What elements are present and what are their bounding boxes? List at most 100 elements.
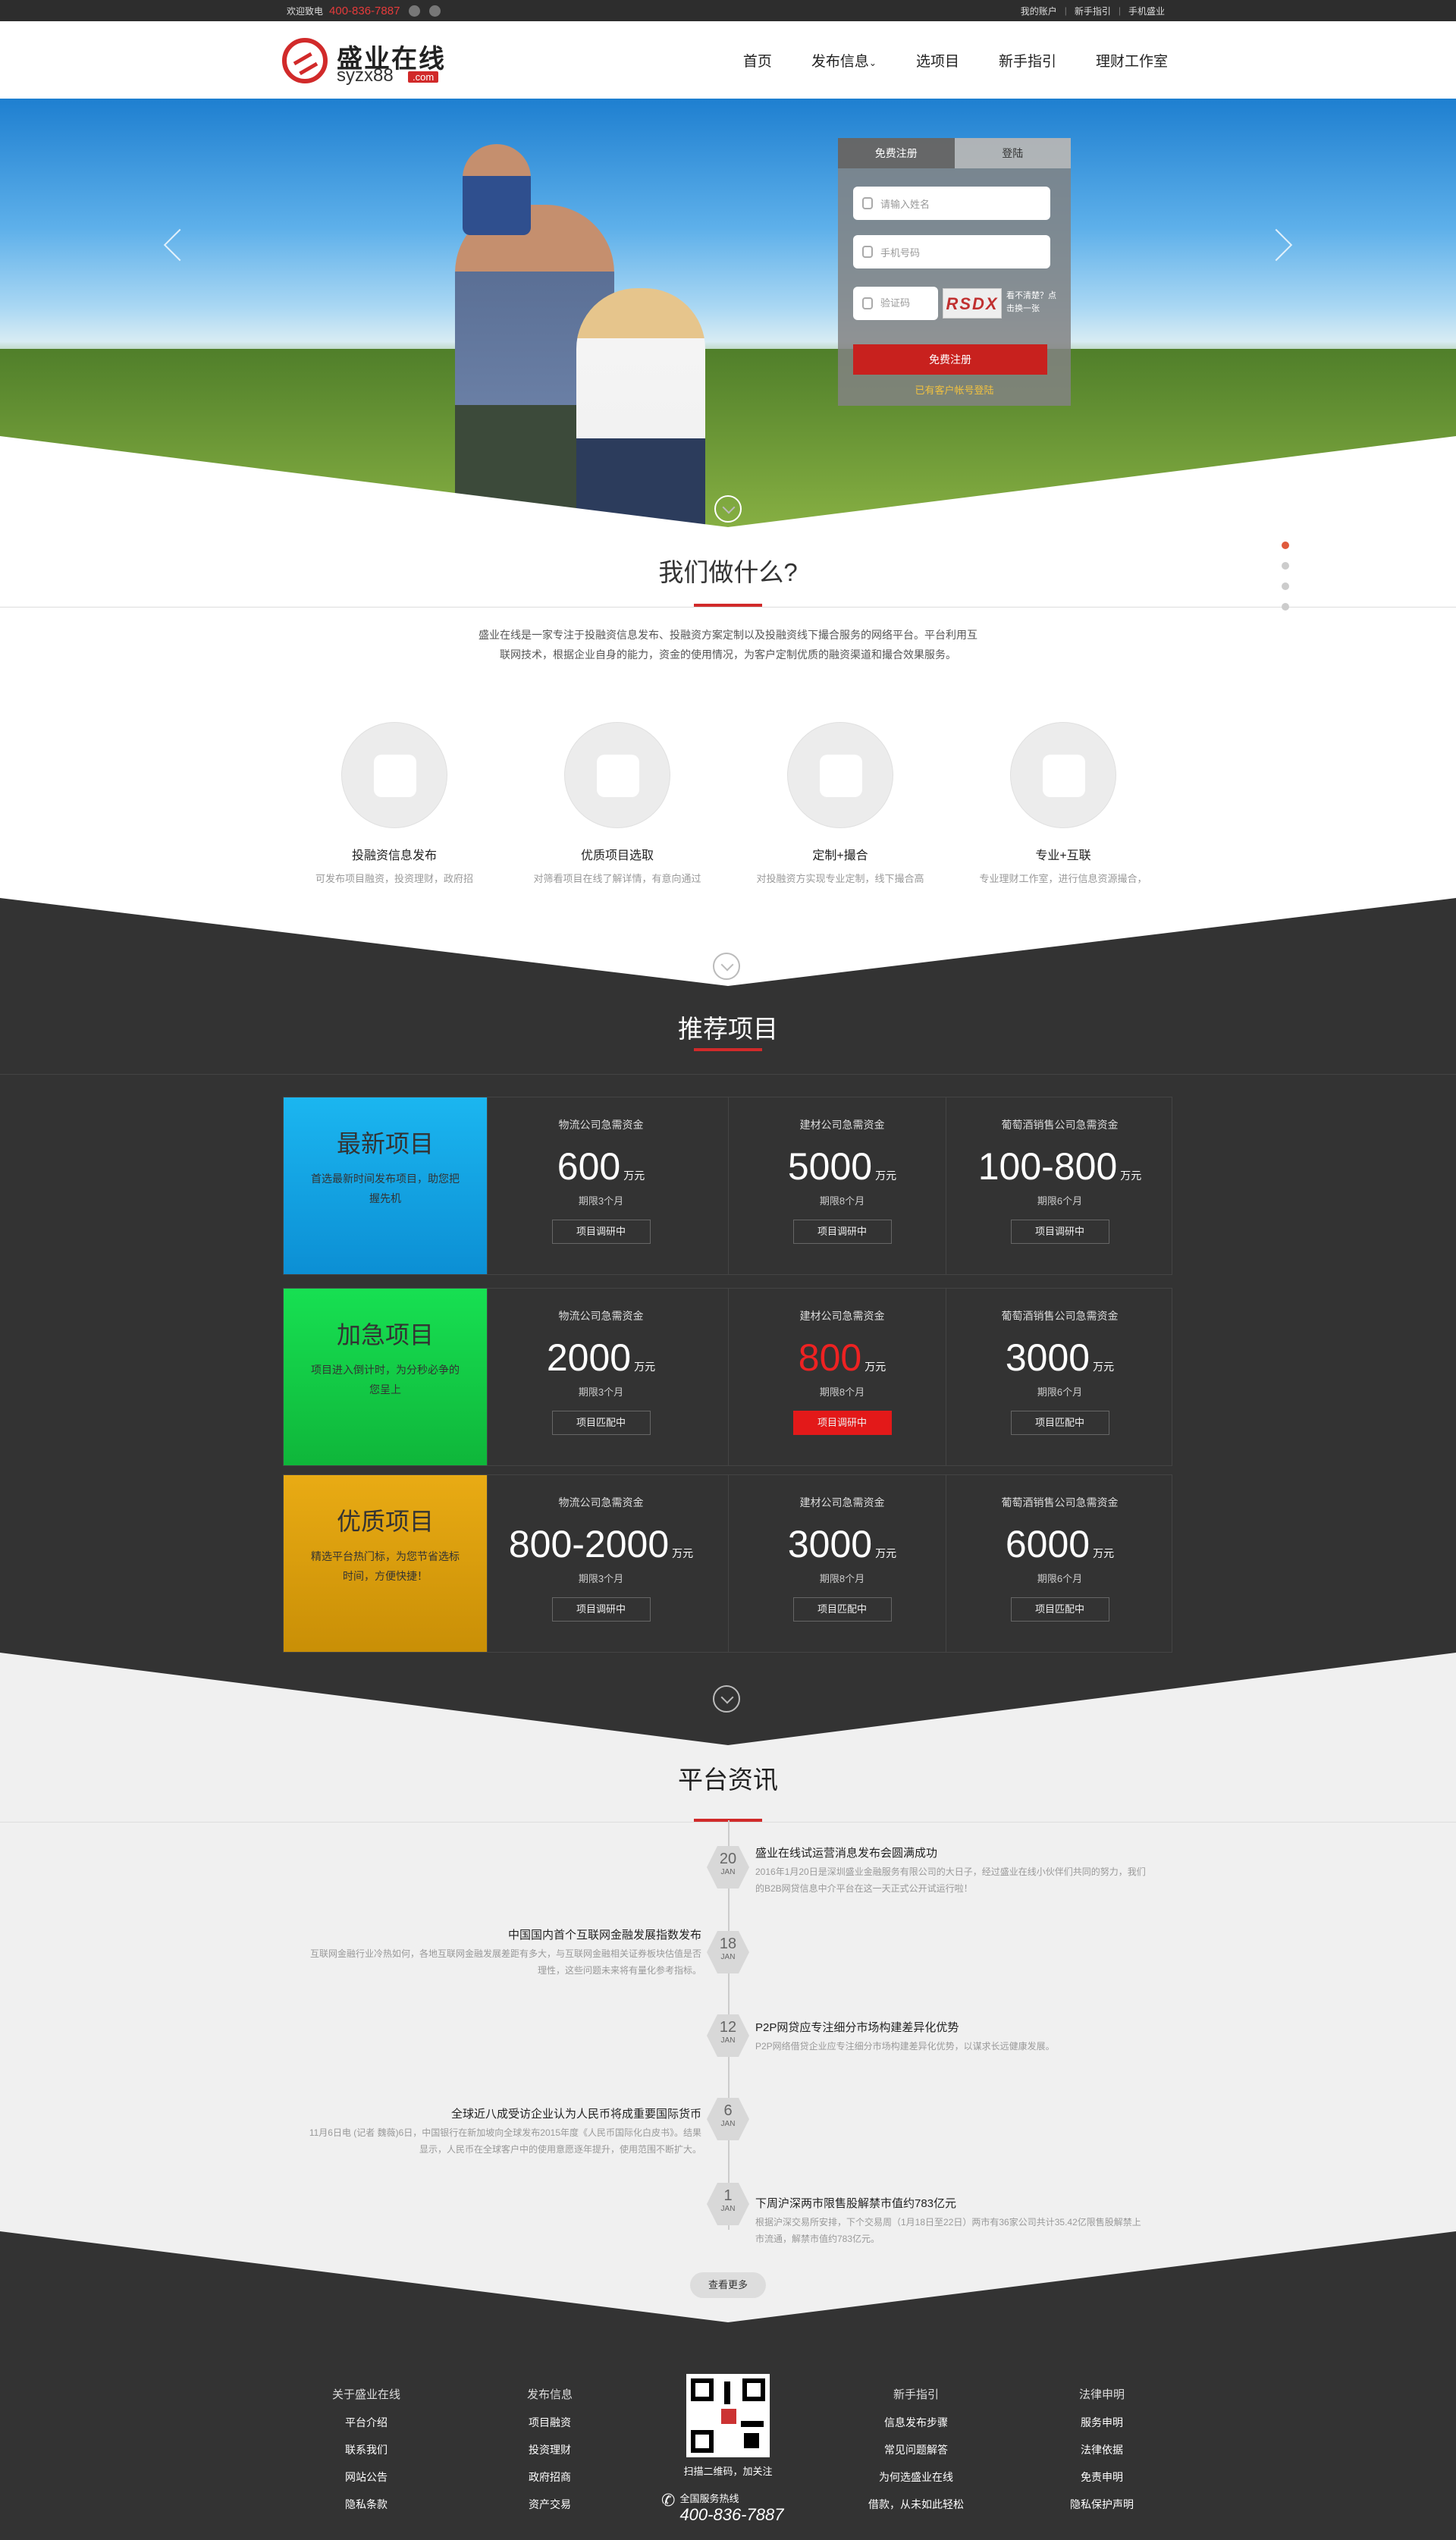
footer-link[interactable]: 为何选盛业在线 <box>859 2463 973 2491</box>
project-card[interactable]: 物流公司急需资金 2000 万元 期限3个月 项目匹配中 <box>487 1289 714 1465</box>
project-card[interactable]: 葡萄酒销售公司急需资金 6000 万元 期限6个月 项目匹配中 <box>946 1475 1173 1652</box>
captcha-image[interactable]: RSDX <box>943 288 1002 319</box>
phone-input[interactable]: 手机号码 <box>853 235 1050 268</box>
project-status-button[interactable]: 项目调研中 <box>1010 1220 1109 1244</box>
captcha-refresh-tip[interactable]: 看不清楚？点击换一张 <box>1006 290 1059 316</box>
project-name: 建材公司急需资金 <box>799 1119 885 1131</box>
news-item[interactable]: 盛业在线试运营消息发布会圆满成功 2016年1月20日是深圳盛业金融服务有限公司的… <box>755 1845 1150 1897</box>
project-status-button[interactable]: 项目调研中 <box>792 1220 892 1244</box>
category-name: 优质项目 <box>336 1508 434 1535</box>
footer-link[interactable]: 常见问题解答 <box>859 2436 973 2463</box>
nav-projects[interactable]: 选项目 <box>916 50 959 71</box>
footer-link[interactable]: 投资理财 <box>493 2436 607 2463</box>
weibo-icon[interactable] <box>409 5 421 17</box>
project-period: 期限3个月 <box>578 1573 624 1584</box>
nav-publish[interactable]: 发布信息⌄ <box>811 50 877 71</box>
footer-link[interactable]: 隐私保护声明 <box>1045 2491 1159 2518</box>
footer-link[interactable]: 政府招商 <box>493 2463 607 2491</box>
news-item[interactable]: 下周沪深两市限售股解禁市值约783亿元 根据沪深交易所安排，下个交易周（1月18日… <box>755 2195 1150 2247</box>
news-title[interactable]: 全球近八成受访企业认为人民币将成重要国际货币 <box>307 2105 701 2121</box>
category-desc: 首选最新时间发布项目，助您把握先机 <box>311 1173 460 1204</box>
dot[interactable] <box>1282 582 1289 590</box>
lock-icon <box>862 297 873 309</box>
project-status-button[interactable]: 项目调研中 <box>792 1411 892 1435</box>
section-title: 我们做什么? <box>658 558 798 586</box>
logo-mark-icon <box>282 38 328 83</box>
name-input[interactable]: 请输入姓名 <box>853 187 1050 220</box>
project-status-button[interactable]: 项目匹配中 <box>551 1411 651 1435</box>
project-card[interactable]: 建材公司急需资金 5000 万元 期限8个月 项目调研中 <box>728 1097 956 1274</box>
footer-link[interactable]: 服务申明 <box>1045 2409 1159 2436</box>
news-item[interactable]: 全球近八成受访企业认为人民币将成重要国际货币 11月6日电 (记者 魏薇)6日，中… <box>307 2105 701 2158</box>
service-title: 定制+撮合 <box>812 849 868 862</box>
footer-link[interactable]: 信息发布步骤 <box>859 2409 973 2436</box>
project-category-latest[interactable]: 最新项目 首选最新时间发布项目，助您把握先机 <box>284 1097 487 1274</box>
project-category-quality[interactable]: 优质项目 精选平台热门标，为您节省选标时间，方便快捷！ <box>284 1475 487 1652</box>
news-title[interactable]: 下周沪深两市限售股解禁市值约783亿元 <box>755 2195 1150 2211</box>
header: 盛业在线 syzx88 .com 首页 发布信息⌄ 选项目 新手指引 理财工作室 <box>0 21 1456 99</box>
register-button[interactable]: 免费注册 <box>853 344 1047 375</box>
nav-home[interactable]: 首页 <box>743 50 772 71</box>
project-status-button[interactable]: 项目调研中 <box>551 1220 651 1244</box>
nav-guide[interactable]: 新手指引 <box>999 50 1056 71</box>
dot[interactable] <box>1282 562 1289 570</box>
news-title[interactable]: 中国国内首个互联网金融发展指数发布 <box>307 1926 701 1942</box>
project-card[interactable]: 葡萄酒销售公司急需资金 3000 万元 期限6个月 项目匹配中 <box>946 1289 1173 1465</box>
project-period: 期限3个月 <box>578 1195 624 1207</box>
news-title[interactable]: P2P网贷应专注细分市场构建差异化优势 <box>755 2019 1150 2035</box>
news-item[interactable]: 中国国内首个互联网金融发展指数发布 互联网金融行业冷热如何，各地互联网金融发展差距… <box>307 1926 701 1979</box>
view-more-button[interactable]: 查看更多 <box>690 2272 766 2298</box>
project-status-button[interactable]: 项目匹配中 <box>792 1597 892 1622</box>
footer-link[interactable]: 平台介绍 <box>309 2409 423 2436</box>
dot[interactable] <box>1282 542 1289 549</box>
news-title[interactable]: 盛业在线试运营消息发布会圆满成功 <box>755 1845 1150 1860</box>
scroll-down-icon[interactable] <box>713 1685 740 1713</box>
scroll-down-icon[interactable] <box>714 495 742 523</box>
scroll-down-icon[interactable] <box>713 953 740 980</box>
project-card[interactable]: 物流公司急需资金 800-2000 万元 期限3个月 项目调研中 <box>487 1475 714 1652</box>
news-month: JAN <box>720 2036 736 2045</box>
wechat-icon[interactable] <box>429 5 441 17</box>
prev-arrow-icon[interactable] <box>163 228 196 262</box>
footer-link[interactable]: 联系我们 <box>309 2436 423 2463</box>
login-link[interactable]: 已有客户帐号登陆 <box>838 382 1071 397</box>
project-name: 葡萄酒销售公司急需资金 <box>1001 1496 1119 1509</box>
my-account-link[interactable]: 我的账户 <box>1021 5 1057 17</box>
phone-number: 400-836-7887 <box>329 4 400 17</box>
project-card[interactable]: 建材公司急需资金 3000 万元 期限8个月 项目匹配中 <box>728 1475 956 1652</box>
amount-unit: 万元 <box>1093 1547 1115 1559</box>
captcha-input[interactable]: 验证码 <box>853 287 938 320</box>
footer-link[interactable]: 法律依据 <box>1045 2436 1159 2463</box>
project-card[interactable]: 建材公司急需资金 800 万元 期限8个月 项目调研中 <box>728 1289 956 1465</box>
footer-col-head: 新手指引 <box>893 2388 939 2401</box>
mobile-link[interactable]: 手机盛业 <box>1128 5 1165 17</box>
next-arrow-icon[interactable] <box>1260 228 1293 262</box>
category-desc: 精选平台热门标，为您节省选标时间，方便快捷！ <box>311 1550 460 1582</box>
project-card[interactable]: 葡萄酒销售公司急需资金 100-800 万元 期限6个月 项目调研中 <box>946 1097 1173 1274</box>
footer-link[interactable]: 隐私条款 <box>309 2491 423 2518</box>
footer-link[interactable]: 资产交易 <box>493 2491 607 2518</box>
service-item[interactable]: 优质项目选取对筛看项目在线了解详情，有意向通过多种方式告之我们 <box>530 722 704 909</box>
tab-login[interactable]: 登陆 <box>954 138 1071 168</box>
service-item[interactable]: 定制+撮合对投融资方实现专业定制，线下撮合高效、便捷 <box>753 722 927 909</box>
footer-link[interactable]: 网站公告 <box>309 2463 423 2491</box>
footer-link[interactable]: 免责申明 <box>1045 2463 1159 2491</box>
project-period: 期限6个月 <box>1037 1195 1083 1207</box>
logo[interactable]: 盛业在线 syzx88 .com <box>282 38 449 86</box>
project-category-urgent[interactable]: 加急项目 项目进入倒计时，为分秒必争的您呈上 <box>284 1289 487 1465</box>
news-item[interactable]: P2P网贷应专注细分市场构建差异化优势 P2P网络借贷企业应专注细分市场构建差异化… <box>755 2019 1150 2055</box>
footer-link[interactable]: 项目融资 <box>493 2409 607 2436</box>
project-status-button[interactable]: 项目调研中 <box>551 1597 651 1622</box>
nav-studio[interactable]: 理财工作室 <box>1096 50 1168 71</box>
project-status-button[interactable]: 项目匹配中 <box>1010 1597 1109 1622</box>
footer-link[interactable]: 借款，从未如此轻松 <box>859 2491 973 2518</box>
project-status-button[interactable]: 项目匹配中 <box>1010 1411 1109 1435</box>
service-item[interactable]: 专业+互联专业理财工作室，进行信息资源撮合，提供资金匹配方案 <box>976 722 1150 909</box>
project-card[interactable]: 物流公司急需资金 600 万元 期限3个月 项目调研中 <box>487 1097 714 1274</box>
project-amount: 800-2000 <box>508 1523 670 1565</box>
news-desc: 2016年1月20日是深圳盛业金融服务有限公司的大日子，经过盛业在线小伙伴们共同… <box>755 1867 1146 1894</box>
service-item[interactable]: 投融资信息发布可发布项目融资，投资理财，政府招商，资产交易等类别 <box>307 722 482 909</box>
tab-register[interactable]: 免费注册 <box>838 138 955 168</box>
dot[interactable] <box>1282 603 1289 611</box>
guide-link[interactable]: 新手指引 <box>1075 5 1111 17</box>
